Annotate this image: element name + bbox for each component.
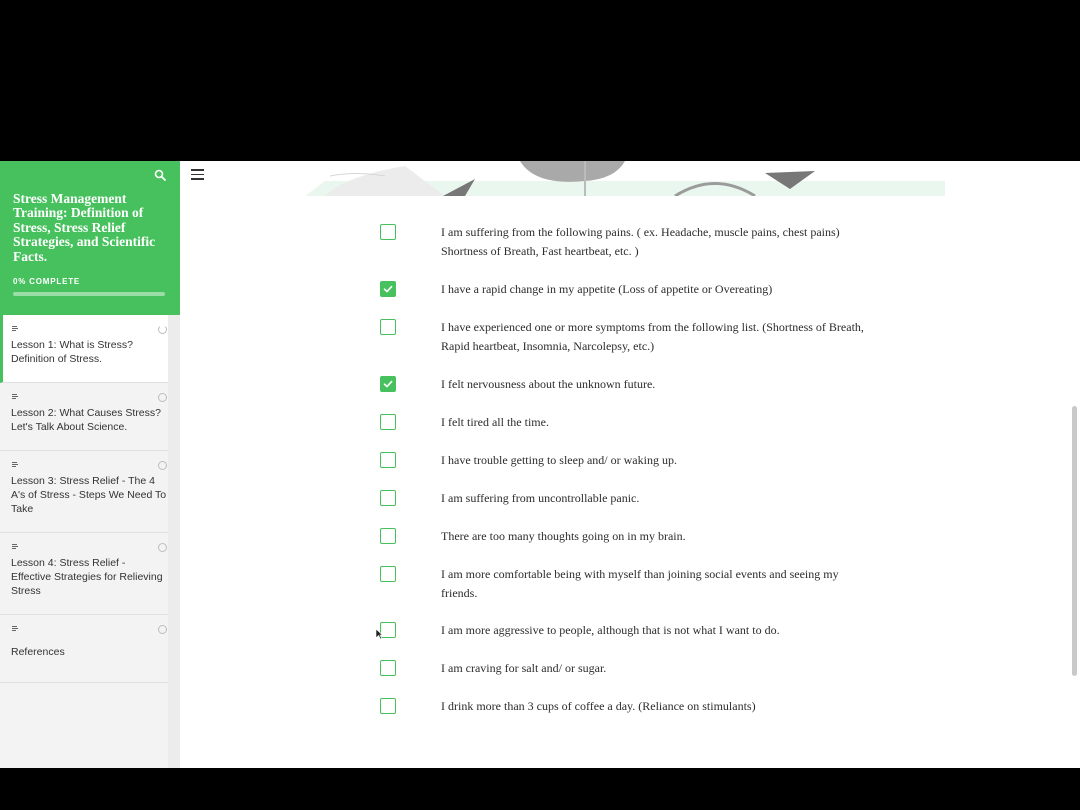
main-scrollbar-thumb[interactable] bbox=[1072, 406, 1077, 676]
checklist-item-text: I am craving for salt and/ or sugar. bbox=[441, 661, 607, 675]
checklist-item-text: I am more comfortable being with myself … bbox=[441, 567, 839, 600]
text-lines-icon bbox=[12, 326, 18, 331]
checklist-item-text: There are too many thoughts going on in … bbox=[441, 529, 686, 543]
sidebar-scrollbar[interactable] bbox=[168, 315, 180, 768]
checkbox[interactable] bbox=[380, 452, 396, 468]
sidebar-lesson-item[interactable]: References bbox=[0, 615, 168, 683]
lesson-label: References bbox=[11, 646, 65, 658]
checkbox[interactable] bbox=[380, 490, 396, 506]
status-circle-icon bbox=[158, 393, 167, 402]
course-header: Stress Management Training: Definition o… bbox=[0, 161, 180, 315]
status-circle-icon bbox=[158, 325, 167, 334]
hamburger-menu-icon[interactable] bbox=[191, 169, 204, 181]
text-lines-icon bbox=[12, 394, 18, 399]
checklist-item-text: I am suffering from uncontrollable panic… bbox=[441, 491, 640, 505]
lesson-label: Lesson 3: Stress Relief - The 4 A's of S… bbox=[11, 475, 167, 515]
checkbox[interactable] bbox=[380, 376, 396, 392]
checklist-item-text: I have a rapid change in my appetite (Lo… bbox=[441, 282, 773, 296]
checkbox[interactable] bbox=[380, 660, 396, 676]
checkbox[interactable] bbox=[380, 698, 396, 714]
text-lines-icon bbox=[12, 626, 18, 631]
mouse-cursor-icon bbox=[375, 628, 383, 640]
status-circle-icon bbox=[158, 543, 167, 552]
course-sidebar: Stress Management Training: Definition o… bbox=[0, 161, 180, 768]
progress-label: 0% COMPLETE bbox=[13, 277, 81, 286]
sidebar-lesson-item[interactable]: Lesson 3: Stress Relief - The 4 A's of S… bbox=[0, 451, 168, 533]
sidebar-lesson-item[interactable]: Lesson 1: What is Stress? Definition of … bbox=[0, 315, 168, 383]
sidebar-lesson-item[interactable]: Lesson 4: Stress Relief - Effective Stra… bbox=[0, 533, 168, 615]
lesson-label: Lesson 1: What is Stress? Definition of … bbox=[11, 339, 133, 365]
text-lines-icon bbox=[12, 544, 18, 549]
lesson-label: Lesson 2: What Causes Stress? Let's Talk… bbox=[11, 407, 161, 433]
checklist-item-text: I felt nervousness about the unknown fut… bbox=[441, 377, 656, 391]
search-icon[interactable] bbox=[154, 168, 168, 182]
checkbox[interactable] bbox=[380, 528, 396, 544]
lesson-label: Lesson 4: Stress Relief - Effective Stra… bbox=[11, 557, 163, 597]
checkbox[interactable] bbox=[380, 566, 396, 582]
text-lines-icon bbox=[12, 462, 18, 467]
checklist-item-text: I felt tired all the time. bbox=[441, 415, 549, 429]
checkmark-icon bbox=[383, 285, 393, 293]
checkbox[interactable] bbox=[380, 319, 396, 335]
checklist-item-text: I am suffering from the following pains.… bbox=[441, 225, 840, 258]
checkbox[interactable] bbox=[380, 414, 396, 430]
course-title: Stress Management Training: Definition o… bbox=[13, 191, 156, 264]
header-illustration bbox=[285, 161, 945, 196]
progress-bar bbox=[13, 292, 165, 296]
checkmark-icon bbox=[383, 380, 393, 388]
checkbox[interactable] bbox=[380, 281, 396, 297]
checklist-item-text: I have trouble getting to sleep and/ or … bbox=[441, 453, 677, 467]
app-viewport: Stress Management Training: Definition o… bbox=[0, 161, 1080, 768]
checklist-item-text: I am more aggressive to people, although… bbox=[441, 623, 780, 637]
status-circle-icon bbox=[158, 625, 167, 634]
checklist-item-text: I drink more than 3 cups of coffee a day… bbox=[441, 699, 756, 713]
status-circle-icon bbox=[158, 461, 167, 470]
checkbox[interactable] bbox=[380, 224, 396, 240]
lesson-list: Lesson 1: What is Stress? Definition of … bbox=[0, 315, 180, 683]
sidebar-lesson-item[interactable]: Lesson 2: What Causes Stress? Let's Talk… bbox=[0, 383, 168, 451]
checklist-item-text: I have experienced one or more symptoms … bbox=[441, 320, 864, 353]
